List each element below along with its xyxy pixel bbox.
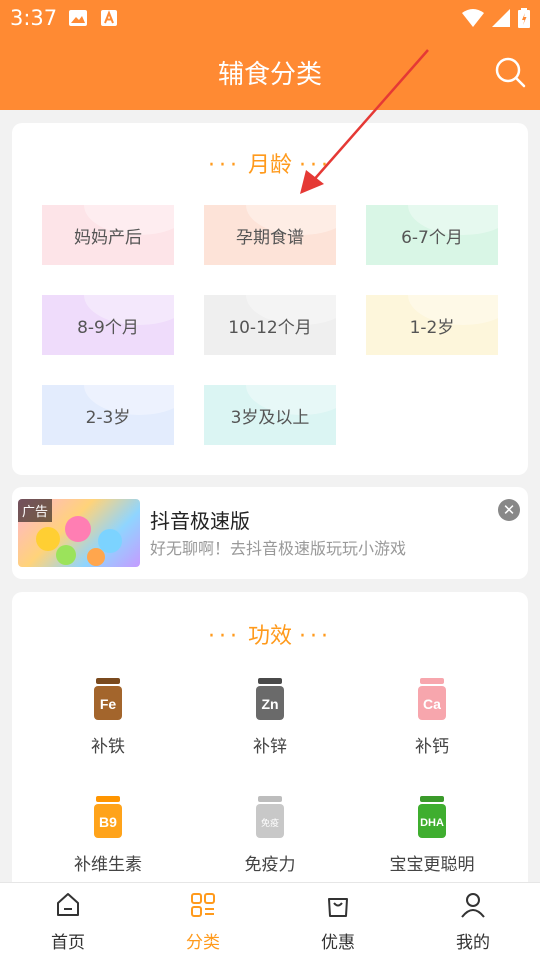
effect-item-immunity[interactable]: 免疫 免疫力: [210, 794, 330, 875]
age-tile-1-2-years[interactable]: 1-2岁: [366, 295, 498, 355]
nav-category[interactable]: 分类: [153, 891, 253, 953]
title-dots-left: ···: [208, 624, 241, 649]
wifi-icon: [462, 9, 484, 27]
ad-title: 抖音极速版: [150, 509, 250, 533]
svg-text:免疫: 免疫: [261, 817, 279, 829]
shopping-bag-icon: [328, 898, 348, 917]
svg-text:B9: B9: [99, 814, 117, 830]
status-bar: 3:37: [0, 0, 540, 36]
effect-section-card: ··· 功效 ··· Fe 补铁 Zn 补锌 Ca 补钙 B9 补维生素 免疫 …: [12, 592, 528, 892]
ad-banner[interactable]: 广告 抖音极速版 好无聊啊！去抖音极速版玩玩小游戏 ✕: [12, 487, 528, 579]
dha-bottle-icon: DHA: [418, 796, 446, 838]
category-icon: [191, 893, 215, 917]
age-tile-10-12-months[interactable]: 10-12个月: [204, 295, 336, 355]
effect-item-vitamin[interactable]: B9 补维生素: [48, 794, 168, 875]
status-time: 3:37: [10, 6, 58, 30]
app-notification-icon: [101, 10, 117, 26]
effect-item-calcium[interactable]: Ca 补钙: [372, 676, 492, 757]
calcium-bottle-icon: Ca: [418, 678, 446, 720]
age-tile-8-9-months[interactable]: 8-9个月: [42, 295, 174, 355]
app-bar: 辅食分类: [0, 36, 540, 110]
effect-item-dha[interactable]: DHA 宝宝更聪明: [372, 794, 492, 875]
zinc-bottle-icon: Zn: [256, 678, 284, 720]
effect-section-title: ··· 功效 ···: [208, 624, 332, 649]
iron-bottle-icon: Fe: [94, 678, 122, 720]
immunity-bottle-icon: 免疫: [256, 796, 284, 838]
title-dots-right: ···: [299, 624, 332, 649]
bottom-nav: 首页 分类 优惠 我的: [0, 882, 540, 961]
nav-deals[interactable]: 优惠: [288, 891, 388, 953]
user-icon: [461, 893, 485, 918]
signal-icon: [492, 9, 510, 27]
ad-image[interactable]: 广告: [18, 499, 140, 567]
age-section-card: ··· 月龄 ··· 妈妈产后 孕期食谱 6-7个月 8-9个月 10-12个月…: [12, 123, 528, 475]
title-dots-right: ···: [299, 153, 332, 178]
image-notification-icon: [69, 10, 87, 26]
battery-icon: [518, 8, 530, 28]
nav-profile[interactable]: 我的: [423, 891, 523, 953]
page-title: 辅食分类: [217, 60, 322, 90]
age-tile-pregnancy[interactable]: 孕期食谱: [204, 205, 336, 265]
svg-text:Ca: Ca: [423, 696, 441, 712]
svg-text:Zn: Zn: [261, 696, 278, 712]
svg-text:Fe: Fe: [100, 696, 117, 712]
ad-description: 好无聊啊！去抖音极速版玩玩小游戏: [150, 539, 407, 558]
age-tile-postpartum[interactable]: 妈妈产后: [42, 205, 174, 265]
age-tile-6-7-months[interactable]: 6-7个月: [366, 205, 498, 265]
effect-item-zinc[interactable]: Zn 补锌: [210, 676, 330, 757]
age-tile-2-3-years[interactable]: 2-3岁: [42, 385, 174, 445]
ad-badge: 广告: [18, 499, 53, 522]
nav-home[interactable]: 首页: [18, 891, 118, 953]
age-tile-3-plus-years[interactable]: 3岁及以上: [204, 385, 336, 445]
search-icon[interactable]: [494, 56, 526, 88]
vitamin-bottle-icon: B9: [94, 796, 122, 838]
age-section-title: ··· 月龄 ···: [208, 153, 332, 178]
home-icon: [57, 893, 79, 916]
title-dots-left: ···: [208, 153, 241, 178]
svg-text:DHA: DHA: [420, 817, 444, 829]
effect-item-iron[interactable]: Fe 补铁: [48, 676, 168, 757]
ad-close-icon[interactable]: ✕: [498, 499, 520, 521]
